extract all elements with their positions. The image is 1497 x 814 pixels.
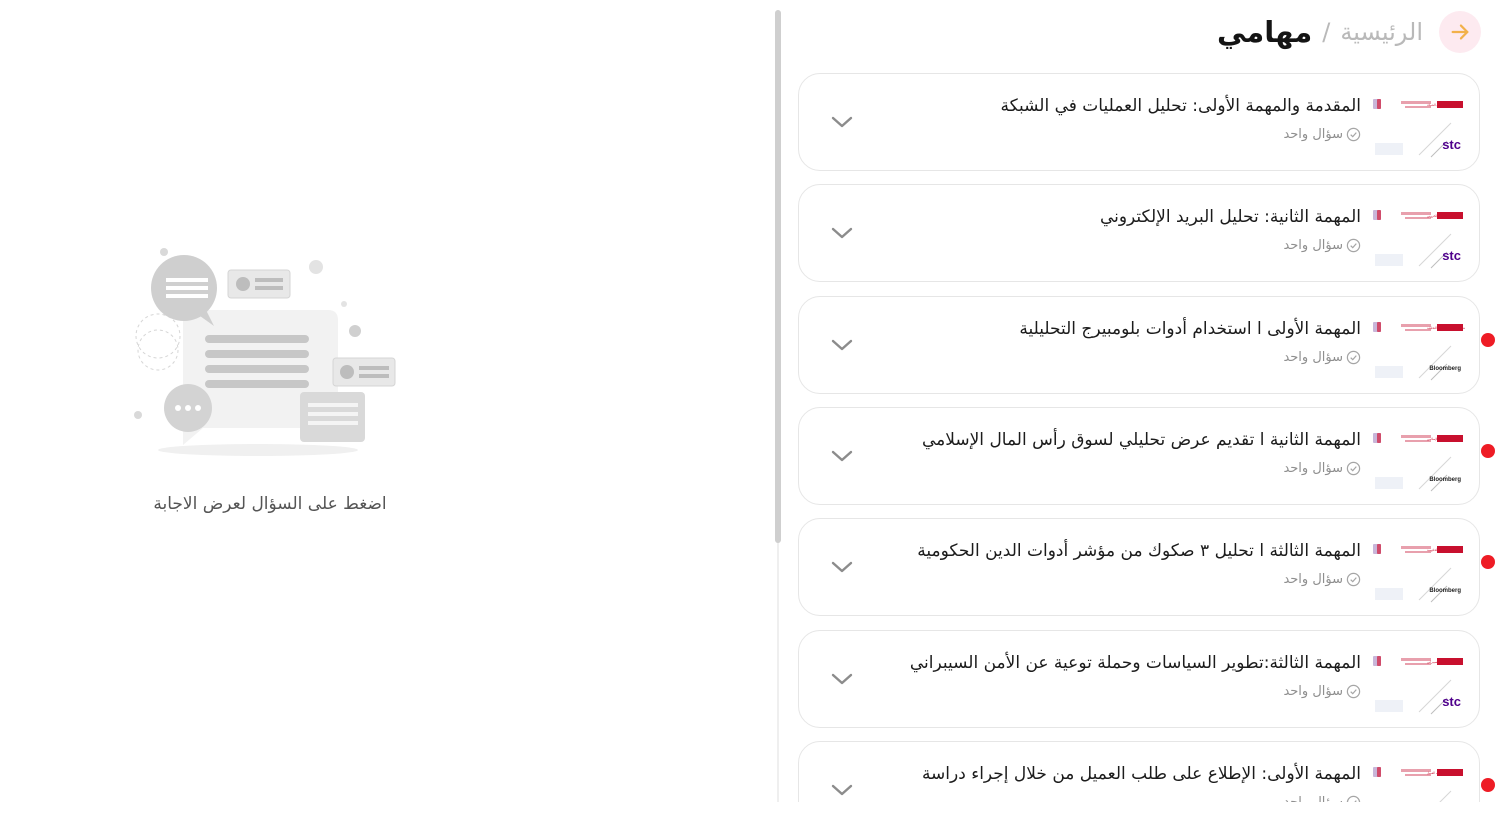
- page-header: الرئيسية / مهامي: [1217, 8, 1481, 56]
- check-circle-icon: [1346, 238, 1361, 253]
- brand-label: stc: [1442, 248, 1461, 263]
- task-subtitle: سؤال واحد: [1283, 238, 1343, 253]
- brand-label: stc: [1442, 694, 1461, 709]
- task-card[interactable]: Bloomberg استخدام أدوات بلومبيرج التحليلي…: [798, 296, 1480, 394]
- task-list: stc تحليل العمليات في الشبكة المقدمة والمه…: [798, 73, 1480, 802]
- check-circle-icon: [1346, 127, 1361, 142]
- task-title[interactable]: المهمة الثانية: تحليل البريد الإلكتروني: [1100, 207, 1361, 227]
- thumbnail-caption: تحليل العمليات في الشبكة: [1427, 103, 1460, 107]
- chevron-down-icon[interactable]: [829, 669, 855, 689]
- task-question-count: سؤال واحد: [1283, 684, 1361, 699]
- task-thumbnail: Bloombergاستخدام أدوات بلومبيرج التحليلي…: [1371, 320, 1465, 382]
- task-question-count: سؤال واحد: [1283, 238, 1361, 253]
- task-card[interactable]: Bloomberg أدوات الدين الحكومية المهمة الثا…: [798, 518, 1480, 616]
- task-thumbnail: Bloombergسوق رأس المال الإسلامي: [1371, 431, 1465, 493]
- task-card[interactable]: Bloomberg سوق رأس المال الإسلامي المهمة ال…: [798, 407, 1480, 505]
- check-circle-icon: [1346, 684, 1361, 699]
- brand-label: stc: [1442, 137, 1461, 152]
- breadcrumb-separator: /: [1322, 18, 1331, 46]
- task-thumbnail: stcتحليل البريد الإلكتروني: [1371, 208, 1465, 270]
- task-subtitle: سؤال واحد: [1283, 127, 1343, 142]
- task-title[interactable]: المهمة الأولى: الإطلاع على طلب العميل من…: [922, 764, 1361, 784]
- scrollbar-thumb[interactable]: [775, 10, 781, 543]
- task-question-count: سؤال واحد: [1283, 127, 1361, 142]
- task-title[interactable]: المهمة الأولى ا استخدام أدوات بلومبيرج ا…: [1019, 319, 1361, 339]
- chevron-down-icon[interactable]: [829, 335, 855, 355]
- check-circle-icon: [1346, 572, 1361, 587]
- task-thumbnail: stc الأمن السيبراني: [1371, 654, 1465, 716]
- task-subtitle: سؤال واحد: [1283, 350, 1343, 365]
- task-card[interactable]: stc الأمن السيبراني المهمة الثالثة:تطوير ا…: [798, 630, 1480, 728]
- brand-label: Bloomberg: [1429, 477, 1461, 483]
- back-button[interactable]: [1439, 11, 1481, 53]
- chevron-down-icon[interactable]: [829, 446, 855, 466]
- arrow-right-icon: [1451, 24, 1469, 40]
- brand-label: Bloomberg: [1429, 588, 1461, 594]
- task-question-count: سؤال واحد: [1283, 350, 1361, 365]
- chat-messages-illustration-icon: [134, 248, 396, 456]
- page-title: مهامي: [1216, 15, 1313, 49]
- task-subtitle: سؤال واحد: [1283, 461, 1343, 476]
- task-subtitle: سؤال واحد: [1283, 795, 1343, 802]
- task-card[interactable]: stc تحليل البريد الإلكتروني المهمة الثانية…: [798, 184, 1480, 282]
- unread-dot: [1481, 778, 1495, 792]
- breadcrumb-home-link[interactable]: الرئيسية: [1340, 18, 1423, 46]
- chevron-down-icon[interactable]: [829, 112, 855, 132]
- check-circle-icon: [1346, 461, 1361, 476]
- check-circle-icon: [1346, 795, 1361, 802]
- unread-dot: [1481, 444, 1495, 458]
- chevron-down-icon[interactable]: [829, 223, 855, 243]
- task-subtitle: سؤال واحد: [1283, 572, 1343, 587]
- task-question-count: سؤال واحد: [1283, 795, 1361, 802]
- unread-dot: [1481, 555, 1495, 569]
- task-subtitle: سؤال واحد: [1283, 684, 1343, 699]
- task-card[interactable]: stc تحليل العمليات في الشبكة المقدمة والمه…: [798, 73, 1480, 171]
- thumbnail-caption: الأمن السيبراني: [1427, 660, 1447, 664]
- task-question-count: سؤال واحد: [1283, 461, 1361, 476]
- check-circle-icon: [1346, 350, 1361, 365]
- empty-state-message: اضغط على السؤال لعرض الاجابة: [153, 494, 387, 514]
- task-title[interactable]: المهمة الثالثة:تطوير السياسات وحملة توعي…: [910, 653, 1361, 673]
- thumbnail-caption: أدوات الدين الحكومية: [1427, 548, 1454, 552]
- chevron-down-icon[interactable]: [829, 780, 855, 800]
- task-title[interactable]: المقدمة والمهمة الأولى: تحليل العمليات ف…: [1000, 96, 1361, 116]
- task-thumbnail: طلب العميل: [1371, 765, 1465, 802]
- task-title[interactable]: المهمة الثالثة ا تحليل ٣ صكوك من مؤشر أد…: [917, 541, 1361, 561]
- task-question-count: سؤال واحد: [1283, 572, 1361, 587]
- brand-label: Bloomberg: [1429, 366, 1461, 372]
- task-thumbnail: Bloomberg أدوات الدين الحكومية: [1371, 542, 1465, 604]
- task-title[interactable]: المهمة الثانية ا تقديم عرض تحليلي لسوق ر…: [922, 430, 1361, 450]
- unread-dot: [1481, 333, 1495, 347]
- thumbnail-caption: طلب العميل: [1427, 771, 1443, 775]
- chevron-down-icon[interactable]: [829, 557, 855, 577]
- task-thumbnail: stc تحليل العمليات في الشبكة: [1371, 97, 1465, 159]
- task-card[interactable]: طلب العميل المهمة الأولى: الإطلاع على طلب…: [798, 741, 1480, 802]
